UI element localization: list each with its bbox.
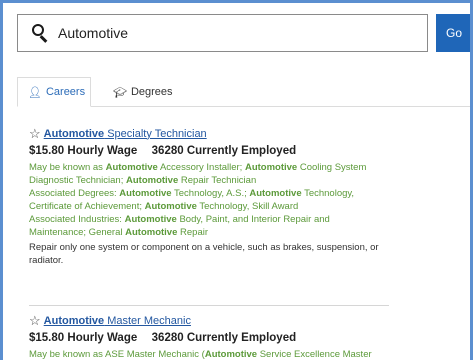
tab-careers[interactable]: 👤︎ Careers: [17, 77, 91, 107]
result-title-link[interactable]: Automotive Specialty Technician: [44, 128, 207, 140]
tab-bar: 👤︎ Careers 🎓︎ Degrees: [17, 77, 470, 107]
person-icon: 👤︎: [28, 86, 42, 99]
search-bar: Go: [17, 14, 470, 54]
employed-value: 36280: [151, 332, 184, 344]
wage-value: $15.80: [29, 332, 65, 344]
list-item: ☆ Automotive Specialty Technician $15.80…: [29, 127, 389, 299]
employed-value: 36280: [151, 145, 184, 157]
search-icon: [30, 22, 52, 44]
employed-label: Currently Employed: [186, 145, 297, 157]
associated-industries-text: Associated Industries: Automotive Body, …: [29, 214, 330, 238]
search-input[interactable]: [58, 25, 418, 41]
graduation-cap-icon: 🎓︎: [113, 86, 127, 99]
result-stats: $15.80 Hourly Wage 36280 Currently Emplo…: [29, 145, 389, 157]
tab-careers-label: Careers: [45, 86, 86, 98]
wage-label: Hourly Wage: [67, 332, 138, 344]
app-frame: Go 👤︎ Careers 🎓︎ Degrees ☆ Automotive Sp…: [0, 0, 473, 360]
tab-degrees-label: Degrees: [130, 86, 173, 98]
list-item: ☆ Automotive Master Mechanic $15.80 Hour…: [29, 314, 389, 360]
known-as-text: May be known as Automotive Accessory Ins…: [29, 162, 367, 186]
divider: [29, 305, 389, 306]
wage-value: $15.80: [29, 145, 65, 157]
employed-label: Currently Employed: [186, 332, 297, 344]
star-outline-icon[interactable]: ☆: [29, 314, 41, 327]
result-description: Repair only one system or component on a…: [29, 242, 379, 266]
wage-label: Hourly Wage: [67, 145, 138, 157]
known-as-text: May be known as ASE Master Mechanic (Aut…: [29, 349, 372, 360]
result-title-row: ☆ Automotive Specialty Technician: [29, 127, 389, 140]
results-list: ☆ Automotive Specialty Technician $15.80…: [29, 127, 389, 360]
tab-degrees[interactable]: 🎓︎ Degrees: [103, 77, 183, 107]
associated-degrees-text: Associated Degrees: Automotive Technolog…: [29, 188, 355, 212]
result-title-link[interactable]: Automotive Master Mechanic: [44, 315, 191, 327]
star-outline-icon[interactable]: ☆: [29, 127, 41, 140]
search-box[interactable]: [17, 14, 428, 52]
result-title-row: ☆ Automotive Master Mechanic: [29, 314, 389, 327]
result-stats: $15.80 Hourly Wage 36280 Currently Emplo…: [29, 332, 389, 344]
go-button[interactable]: Go: [436, 14, 470, 52]
